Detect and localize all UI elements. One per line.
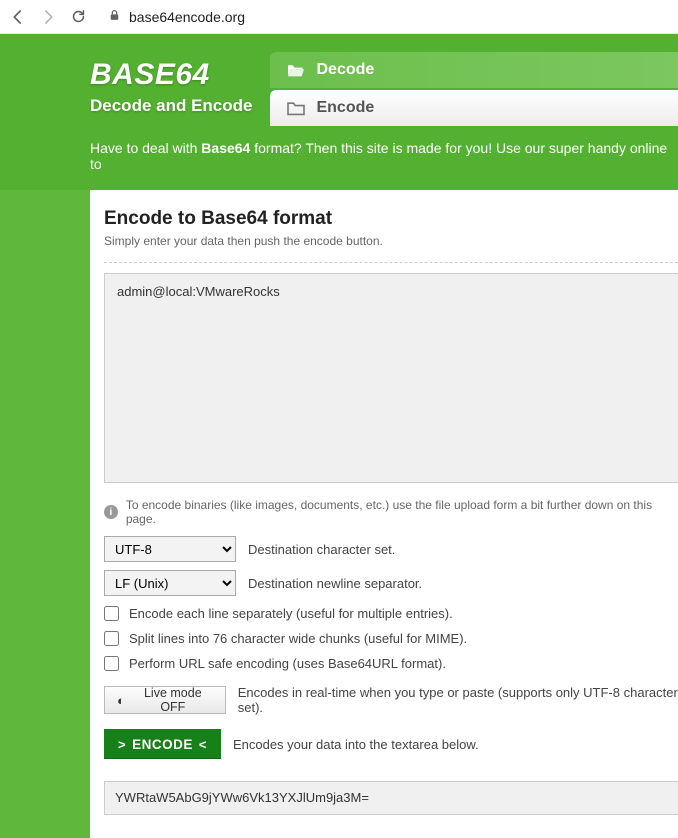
tab-decode[interactable]: Decode <box>270 52 678 88</box>
address-bar[interactable]: base64encode.org <box>98 5 670 29</box>
divider <box>104 262 678 263</box>
encode-eachline-row[interactable]: Encode each line separately (useful for … <box>104 606 678 621</box>
binary-hint: To encode binaries (like images, documen… <box>126 498 678 526</box>
url-text: base64encode.org <box>129 9 245 25</box>
encode-button[interactable]: > ENCODE < <box>104 729 221 759</box>
decorative-sidebar <box>0 190 90 838</box>
tab-encode-label: Encode <box>316 99 374 117</box>
output-textarea[interactable] <box>104 781 678 815</box>
page-subtitle: Simply enter your data then push the enc… <box>104 234 678 248</box>
back-button[interactable] <box>8 7 28 27</box>
newline-label: Destination newline separator. <box>248 576 422 591</box>
urlsafe-checkbox[interactable] <box>104 656 119 671</box>
charset-select[interactable]: UTF-8 <box>104 536 236 562</box>
chevron-left-icon: < <box>199 737 207 752</box>
charset-label: Destination character set. <box>248 542 395 557</box>
reload-button[interactable] <box>68 7 88 27</box>
encode-desc: Encodes your data into the textarea belo… <box>233 737 479 752</box>
main-panel: Encode to Base64 format Simply enter you… <box>90 190 678 838</box>
chevron-right-icon: > <box>118 737 126 752</box>
folder-icon <box>286 100 306 116</box>
encode-button-label: ENCODE <box>132 737 193 752</box>
info-icon: i <box>104 505 118 519</box>
encode-eachline-label: Encode each line separately (useful for … <box>129 606 453 621</box>
split76-label: Split lines into 76 character wide chunk… <box>129 631 467 646</box>
logo-title: BASE64 <box>90 58 252 92</box>
newline-select[interactable]: LF (Unix) <box>104 570 236 596</box>
urlsafe-row[interactable]: Perform URL safe encoding (uses Base64UR… <box>104 656 678 671</box>
site-header: BASE64 Decode and Encode Decode Encode <box>0 34 678 190</box>
lock-icon <box>108 9 121 25</box>
split76-checkbox[interactable] <box>104 631 119 646</box>
split76-row[interactable]: Split lines into 76 character wide chunk… <box>104 631 678 646</box>
livemode-toggle[interactable]: ◐ Live mode OFF <box>104 686 226 714</box>
intro-text: Have to deal with Base64 format? Then th… <box>0 126 678 190</box>
toggle-icon: ◐ <box>117 693 125 708</box>
tab-encode[interactable]: Encode <box>270 90 678 126</box>
forward-button[interactable] <box>38 7 58 27</box>
page-title: Encode to Base64 format <box>104 208 678 230</box>
browser-toolbar: base64encode.org <box>0 0 678 34</box>
site-logo[interactable]: BASE64 Decode and Encode <box>90 52 270 116</box>
logo-subtitle: Decode and Encode <box>90 96 252 116</box>
encode-eachline-checkbox[interactable] <box>104 606 119 621</box>
livemode-desc: Encodes in real-time when you type or pa… <box>238 685 678 715</box>
input-textarea[interactable] <box>104 273 678 483</box>
livemode-label: Live mode OFF <box>133 686 213 714</box>
tab-decode-label: Decode <box>316 61 374 79</box>
urlsafe-label: Perform URL safe encoding (uses Base64UR… <box>129 656 446 671</box>
folder-open-icon <box>286 62 306 78</box>
